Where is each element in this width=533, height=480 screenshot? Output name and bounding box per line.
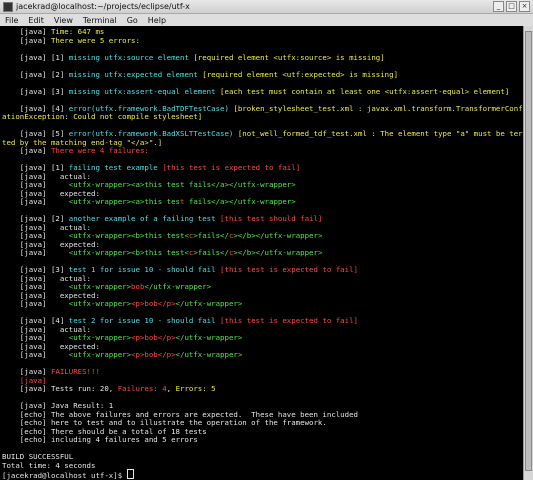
terminal-text: >fails</ <box>193 248 229 257</box>
terminal-text: bob <box>131 282 145 291</box>
terminal-text: [not_well_formed_tdf_test.xml : The elem… <box>237 129 523 138</box>
terminal-text: [required element <utf:expected> is miss… <box>202 69 399 79</box>
maximize-button[interactable]: □ <box>506 1 517 12</box>
terminal-window: jacekrad@localhost:~/projects/eclipse/ut… <box>0 0 533 480</box>
terminal-line: [java] <utfx-wrapper><p>bob</p></utfx-wr… <box>2 299 243 309</box>
terminal-icon <box>3 1 13 12</box>
terminal-text: There were 4 failures: <box>50 146 149 155</box>
menu-view[interactable]: View <box>49 16 78 25</box>
terminal-text: , <box>166 384 176 393</box>
terminal-line: [java] [3] missing utfx:assert-equal ele… <box>2 87 509 97</box>
minimize-button[interactable]: _ <box>493 1 504 12</box>
terminal-text: [required element <utfx:source> is missi… <box>193 52 385 62</box>
terminal-text: [java] <box>2 35 51 45</box>
terminal-text: [broken_stylesheet_test.xml : javax.xml.… <box>233 103 523 113</box>
terminal-text: missing utfx:assert-equal element <box>68 86 221 96</box>
terminal-output[interactable]: [java] Time: 647 ms [java] There were 5 … <box>0 26 523 480</box>
terminal-text: >fails</ <box>193 231 229 240</box>
terminal-text: [java] <box>2 350 69 359</box>
terminal-text: [this test should fail] <box>220 214 323 223</box>
window-controls: _ □ × <box>493 1 530 12</box>
terminal-text: fails</a></utfx-wrapper> <box>184 197 296 206</box>
scrollbar-thumb[interactable] <box>525 31 532 471</box>
terminal-text: missing utfx:expected element <box>68 69 203 79</box>
terminal-text: Errors: 5 <box>175 384 216 393</box>
terminal-text: </utfx-wrapper> <box>144 282 212 291</box>
terminal-text: <utfx-wrapper><a>this tes <box>68 197 180 206</box>
terminal-text: Failures: 4 <box>117 384 167 393</box>
terminal-text: [java] [3] <box>2 86 69 96</box>
terminal-text: FAILURES!!! <box>50 367 100 376</box>
terminal-text: [this test is expected to fail] <box>220 316 358 325</box>
terminal-text: [java] <box>2 146 51 155</box>
terminal-text: ></b></utfx-wrapper> <box>233 231 323 240</box>
terminal-line: [java] <utfx-wrapper><b>this test<c>fail… <box>2 248 323 258</box>
cursor-icon <box>126 469 134 479</box>
terminal-text: [each test must contain at least one <ut… <box>220 86 510 96</box>
vertical-scrollbar[interactable] <box>523 26 533 480</box>
terminal-line: [java] [1] missing utfx:source element [… <box>2 53 385 63</box>
terminal-text: </utfx-wrapper> <box>175 299 243 308</box>
terminal-text: ></b></utfx-wrapper> <box>233 248 323 257</box>
terminal-text: <utfx-wrapper> <box>68 350 132 359</box>
menu-edit[interactable]: Edit <box>23 16 49 25</box>
terminal-text: <utfx-wrapper><a>this test fails</a></ut… <box>68 180 296 189</box>
menu-file[interactable]: File <box>0 16 23 25</box>
terminal-line: [jacekrad@localhost utf-x]$ <box>2 469 134 480</box>
terminal-text: another example of a failing test <box>68 214 221 223</box>
terminal-text: <p>bob</p> <box>131 333 176 342</box>
terminal-text: [java] [2] <box>2 69 69 79</box>
terminal-line: [java] There were 5 errors: <box>2 36 140 46</box>
terminal-text: </utfx-wrapper> <box>175 333 243 342</box>
close-button[interactable]: × <box>519 1 530 12</box>
terminal-line: [java] Tests run: 20, Failures: 4, Error… <box>2 384 216 394</box>
terminal-text: missing utfx:source element <box>68 52 194 62</box>
terminal-text: <p>bob</p> <box>131 299 176 308</box>
terminal-line: [java] [2] missing utfx:expected element… <box>2 70 398 80</box>
terminal-text: [echo] including 4 failures and 5 errors <box>2 435 198 444</box>
menu-terminal[interactable]: Terminal <box>78 16 122 25</box>
terminal-text: [java] <box>2 197 69 206</box>
window-title: jacekrad@localhost:~/projects/eclipse/ut… <box>16 2 190 11</box>
terminal-line: ationException: Could not compile styles… <box>2 112 202 122</box>
terminal-text: </utfx-wrapper> <box>175 350 243 359</box>
terminal-text: <utfx-wrapper> <box>68 299 132 308</box>
title-bar[interactable]: jacekrad@localhost:~/projects/eclipse/ut… <box>0 0 533 14</box>
terminal-text: test 2 for issue 10 - should fail <box>68 316 221 325</box>
terminal-text: <utfx-wrapper><b>this test< <box>68 248 189 257</box>
terminal-line: [echo] including 4 failures and 5 errors <box>2 435 198 445</box>
terminal-text: [java] <box>2 248 69 257</box>
terminal-text: [java] [1] <box>2 52 69 62</box>
terminal-text: <p>bob</p> <box>131 350 176 359</box>
terminal-text: [this test is expected to fail] <box>162 163 301 172</box>
menu-go[interactable]: Go <box>122 16 143 25</box>
terminal-text: [jacekrad@localhost utf-x]$ <box>2 471 127 480</box>
terminal-text: [java] Tests run: 20, <box>2 384 118 393</box>
terminal-text: ationException: Could not compile styles… <box>2 112 203 121</box>
terminal-text: [java] <box>2 299 69 308</box>
terminal-line: [java] <utfx-wrapper><a>this test fails<… <box>2 197 296 207</box>
terminal-text: There were 5 errors: <box>50 35 140 45</box>
terminal-text: test 1 for issue 10 - should fail <box>68 265 221 274</box>
menu-help[interactable]: Help <box>143 16 171 25</box>
terminal-text: [this test is expected to fail] <box>220 265 358 274</box>
terminal-line: [java] There were 4 failures: <box>2 146 149 156</box>
terminal-line: [java] <utfx-wrapper><p>bob</p></utfx-wr… <box>2 350 243 360</box>
